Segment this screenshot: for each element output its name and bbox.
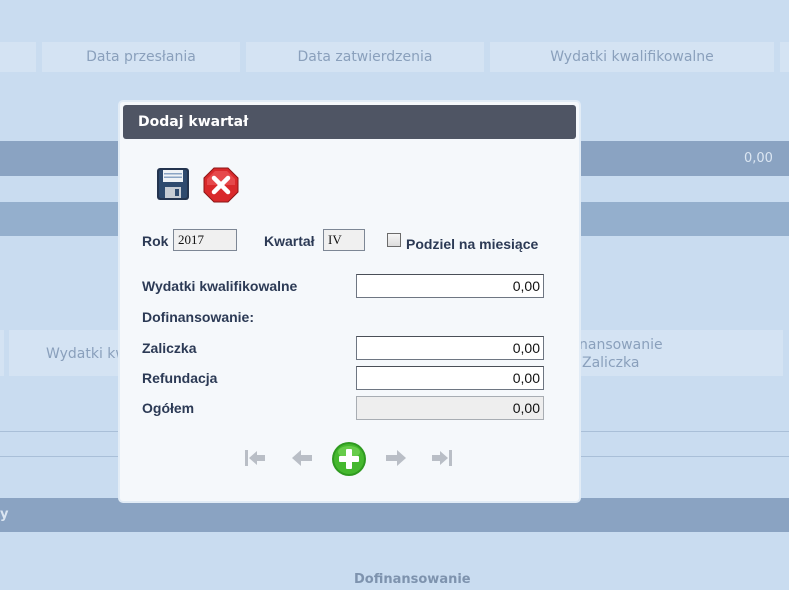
- red-x-icon[interactable]: [203, 167, 239, 203]
- header-data-zatwierdzenia[interactable]: Data zatwierdzenia: [246, 42, 484, 72]
- last-page-icon[interactable]: [430, 448, 454, 468]
- table-header-cell: [0, 330, 4, 376]
- bottom-band-text: y: [0, 507, 9, 522]
- previous-icon[interactable]: [290, 448, 314, 468]
- kwartal-label: Kwartał: [264, 233, 315, 249]
- header-data-przeslania[interactable]: Data przesłania: [42, 42, 240, 72]
- wydatki-input[interactable]: 0,00: [356, 274, 544, 298]
- ogolem-field: 0,00: [356, 396, 544, 420]
- bottom-label-dofinansowanie: Dofinansowanie: [354, 572, 471, 587]
- bottom-band: [0, 498, 789, 532]
- podziel-checkbox[interactable]: [387, 233, 401, 247]
- zaliczka-label: Zaliczka: [142, 340, 197, 356]
- header-wydatki-kwalifikowalne[interactable]: Wydatki kwalifikowalne: [490, 42, 774, 72]
- summary-row-value: 0,00: [744, 151, 773, 166]
- rok-label: Rok: [142, 233, 169, 249]
- table-header-cell: [0, 42, 36, 72]
- mid-header-dofinansowanie: nansowanie: [579, 337, 663, 353]
- green-plus-icon[interactable]: [331, 441, 367, 477]
- mid-header-zaliczka: Zaliczka: [582, 355, 640, 371]
- wydatki-label: Wydatki kwalifikowalne: [142, 278, 298, 294]
- mid-header-wydatki: Wydatki kw: [46, 346, 127, 362]
- zaliczka-input[interactable]: 0,00: [356, 336, 544, 360]
- podziel-label: Podziel na miesiące: [406, 236, 539, 252]
- dialog-title-bar: Dodaj kwartał: [123, 105, 576, 139]
- next-icon[interactable]: [384, 448, 408, 468]
- refundacja-input[interactable]: 0,00: [356, 366, 544, 390]
- rok-input[interactable]: 2017: [173, 229, 237, 251]
- dialog-title: Dodaj kwartał: [138, 114, 249, 130]
- table-header-cell: [780, 42, 789, 72]
- first-page-icon[interactable]: [243, 448, 267, 468]
- ogolem-label: Ogółem: [142, 400, 195, 416]
- dofinansowanie-label: Dofinansowanie:: [142, 309, 255, 325]
- refundacja-label: Refundacja: [142, 370, 218, 386]
- floppy-disk-icon[interactable]: [156, 167, 190, 201]
- kwartal-input[interactable]: IV: [323, 229, 365, 251]
- add-quarter-dialog: Dodaj kwartał Rok 2017 Kwartał IV Podzie…: [120, 102, 579, 501]
